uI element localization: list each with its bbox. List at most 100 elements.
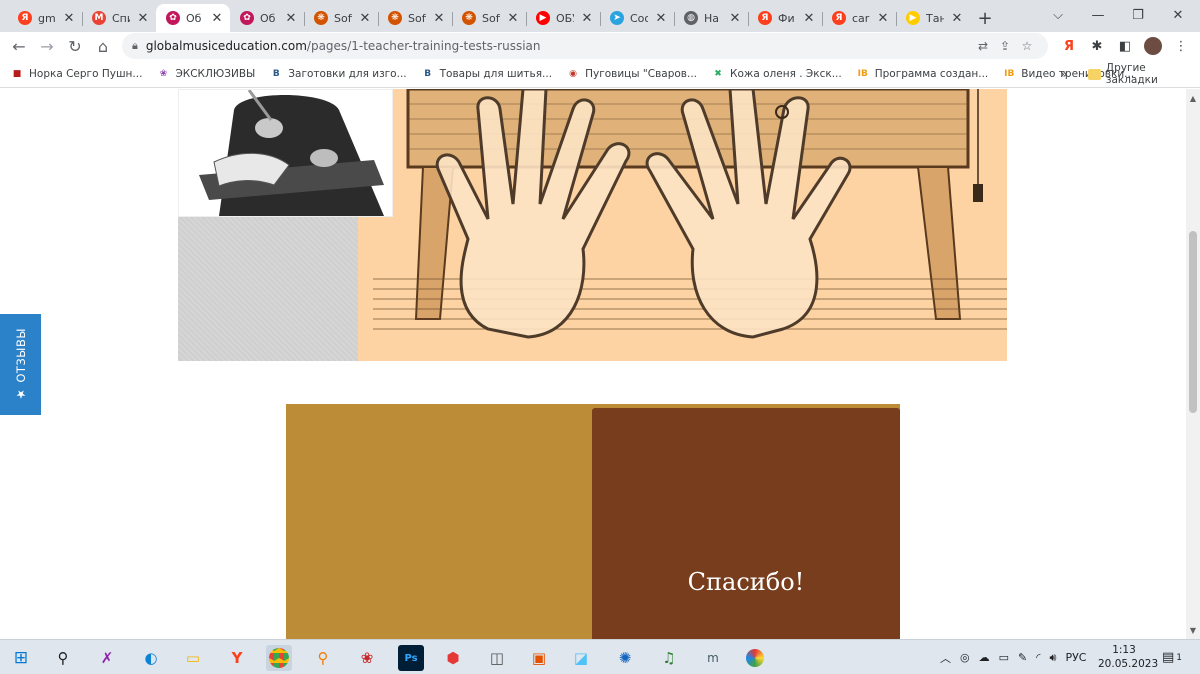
cloud-icon[interactable]: ☁ bbox=[979, 651, 990, 664]
tab-close-icon[interactable]: ✕ bbox=[802, 11, 816, 26]
share-icon[interactable]: ⇪ bbox=[994, 39, 1016, 53]
reload-icon[interactable]: ↻ bbox=[61, 32, 89, 60]
browser-tab[interactable]: M Спи ✕ bbox=[82, 4, 156, 32]
tab-close-icon[interactable]: ✕ bbox=[284, 11, 298, 26]
edge-icon[interactable]: ◐ bbox=[138, 645, 164, 671]
extensions-puzzle-icon[interactable]: ✱ bbox=[1086, 36, 1108, 56]
tab-title: Sofi bbox=[334, 11, 352, 25]
bookmark-label: Пуговицы "Сваров... bbox=[585, 67, 697, 80]
browser-tab[interactable]: Яcar ✕ bbox=[822, 4, 896, 32]
photoshop-icon[interactable]: Ps bbox=[398, 645, 424, 671]
home-icon[interactable]: ⌂ bbox=[89, 32, 117, 60]
profile-avatar[interactable] bbox=[1142, 36, 1164, 56]
close-window-icon[interactable]: ✕ bbox=[1158, 0, 1198, 30]
bookmark-item[interactable]: B Товары для шитья... bbox=[421, 67, 552, 81]
tab-close-icon[interactable]: ✕ bbox=[580, 11, 594, 26]
bookmark-item[interactable]: ■ Норка Серго Пушн... bbox=[10, 67, 143, 81]
browser-tab[interactable]: Яgm ✕ bbox=[8, 4, 82, 32]
tab-close-icon[interactable]: ✕ bbox=[62, 11, 76, 26]
chrome-icon[interactable] bbox=[266, 645, 292, 671]
scrollbar-thumb[interactable] bbox=[1189, 231, 1197, 413]
tab-close-icon[interactable]: ✕ bbox=[654, 11, 668, 26]
file-explorer-icon[interactable]: ▭ bbox=[180, 645, 206, 671]
side-panel-icon[interactable]: ◧ bbox=[1114, 36, 1136, 56]
installer-app-icon[interactable]: ⬢ bbox=[440, 645, 466, 671]
tab-title: Фи bbox=[778, 11, 795, 25]
media-app-icon[interactable]: ◫ bbox=[484, 645, 510, 671]
browser-tab[interactable]: ❋ Sofi ✕ bbox=[378, 4, 452, 32]
pen-icon[interactable]: ✎ bbox=[1018, 651, 1027, 664]
bookmark-label: Кожа оленя . Экск... bbox=[730, 67, 842, 80]
editor-app-icon[interactable]: ◪ bbox=[568, 645, 594, 671]
browser-tab[interactable]: ✿ Об ✕ bbox=[230, 4, 304, 32]
bookmark-favicon-icon: ■ bbox=[12, 68, 22, 79]
url-text[interactable]: globalmusiceducation.com/pages/1-teacher… bbox=[146, 39, 972, 53]
browser-tab[interactable]: ◍ На ✕ bbox=[674, 4, 748, 32]
webcam-icon[interactable]: ◎ bbox=[960, 651, 970, 664]
tab-close-icon[interactable]: ✕ bbox=[950, 11, 964, 26]
search-icon[interactable]: ⚲ bbox=[50, 645, 76, 671]
language-indicator[interactable]: РУС bbox=[1065, 651, 1086, 664]
app-feather-icon[interactable]: ✗ bbox=[94, 645, 120, 671]
tray-expand-icon[interactable]: ︿ bbox=[940, 650, 951, 666]
restore-icon[interactable]: ❐ bbox=[1118, 0, 1158, 30]
lock-icon[interactable]: 🔒︎ bbox=[132, 39, 138, 53]
rose-app-icon[interactable]: ❀ bbox=[354, 645, 380, 671]
browser-tab[interactable]: ➤ Соо ✕ bbox=[600, 4, 674, 32]
tab-title: car bbox=[852, 11, 870, 25]
muse-app-icon[interactable]: m bbox=[700, 645, 726, 671]
music-app-icon[interactable]: ♫ bbox=[656, 645, 682, 671]
video-player-icon[interactable]: ▣ bbox=[526, 645, 552, 671]
yandex-browser-icon[interactable]: Y bbox=[224, 645, 250, 671]
tab-search-icon[interactable]: ⌵ bbox=[1038, 0, 1078, 30]
bookmark-item[interactable]: ◉ Пуговицы "Сваров... bbox=[566, 67, 697, 81]
bookmark-star-icon[interactable]: ☆ bbox=[1016, 39, 1038, 53]
translate-icon[interactable]: ⇄ bbox=[972, 39, 994, 53]
color-wheel-app-icon[interactable] bbox=[742, 645, 768, 671]
wifi-icon[interactable]: ◜ bbox=[1036, 651, 1040, 664]
scroll-down-arrow-icon[interactable]: ▼ bbox=[1186, 623, 1200, 637]
forward-icon[interactable]: → bbox=[33, 32, 61, 60]
bookmark-item[interactable]: ❀ ЭКСКЛЮЗИВЫ bbox=[156, 67, 256, 81]
network-app-icon[interactable]: ✺ bbox=[612, 645, 638, 671]
sofi-icon: ❋ bbox=[462, 11, 476, 25]
battery-icon[interactable]: ▭ bbox=[999, 651, 1009, 664]
address-bar[interactable]: 🔒︎ globalmusiceducation.com/pages/1-teac… bbox=[122, 33, 1048, 59]
yandex-extension-icon[interactable]: Я bbox=[1058, 36, 1080, 56]
tab-title: Sofi bbox=[482, 11, 500, 25]
back-icon[interactable]: ← bbox=[5, 32, 33, 60]
browser-tab[interactable]: Я Фи ✕ bbox=[748, 4, 822, 32]
volume-icon[interactable]: 🔊︎ bbox=[1050, 651, 1057, 665]
browser-tab[interactable]: ✿ Об ✕ bbox=[156, 4, 230, 32]
tab-close-icon[interactable]: ✕ bbox=[210, 11, 224, 26]
new-tab-button[interactable]: + bbox=[970, 4, 1000, 32]
tab-title: ОБУ bbox=[556, 11, 574, 25]
tab-close-icon[interactable]: ✕ bbox=[358, 11, 372, 26]
bookmark-item[interactable]: ✖ Кожа оленя . Экск... bbox=[711, 67, 842, 81]
browser-tab[interactable]: ❋ Sofi ✕ bbox=[452, 4, 526, 32]
bookmarks-more-button[interactable]: » bbox=[1060, 60, 1067, 88]
other-bookmarks-folder[interactable]: Другие закладки bbox=[1088, 60, 1200, 88]
browser-tab[interactable]: ▶ ОБУ ✕ bbox=[526, 4, 600, 32]
page-scrollbar[interactable]: ▲ ▼ bbox=[1186, 89, 1200, 639]
minimize-icon[interactable]: — bbox=[1078, 0, 1118, 30]
reviews-side-tab[interactable]: ★ ОТЗЫВЫ bbox=[0, 314, 41, 415]
notifications-button[interactable]: ▤ 1 bbox=[1162, 640, 1182, 674]
notification-count: 1 bbox=[1176, 652, 1183, 663]
tab-close-icon[interactable]: ✕ bbox=[136, 11, 150, 26]
browser-tab[interactable]: ▶ Тан ✕ bbox=[896, 4, 970, 32]
browser-tab[interactable]: ❋ Sofi ✕ bbox=[304, 4, 378, 32]
tab-close-icon[interactable]: ✕ bbox=[876, 11, 890, 26]
windows-start-icon[interactable]: ⊞ bbox=[8, 645, 34, 671]
tab-close-icon[interactable]: ✕ bbox=[506, 11, 520, 26]
bookmark-item[interactable]: IB Программа создан... bbox=[856, 67, 989, 81]
menu-kebab-icon[interactable]: ⋮ bbox=[1170, 36, 1192, 56]
tab-close-icon[interactable]: ✕ bbox=[432, 11, 446, 26]
bookmark-item[interactable]: B Заготовки для изго... bbox=[269, 67, 407, 81]
bookmark-favicon-icon: IB bbox=[1004, 68, 1015, 79]
gray-texture-block bbox=[178, 217, 358, 361]
tab-close-icon[interactable]: ✕ bbox=[728, 11, 742, 26]
clock[interactable]: 1:13 20.05.2023 bbox=[1098, 643, 1158, 671]
scroll-up-arrow-icon[interactable]: ▲ bbox=[1186, 91, 1200, 105]
magnifier-app-icon[interactable]: ⚲ bbox=[310, 645, 336, 671]
